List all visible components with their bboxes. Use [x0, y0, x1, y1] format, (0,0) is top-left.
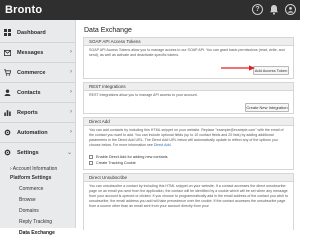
user-menu-icon[interactable] — [285, 4, 296, 15]
sidebar-item-contacts[interactable]: Contacts › — [0, 83, 76, 102]
sidebar-item-label: Reports — [17, 109, 38, 116]
sidebar-item-settings[interactable]: Settings ⌄ — [0, 143, 76, 162]
sidebar-sub-reply-tracking[interactable]: Reply Tracking — [0, 217, 76, 227]
envelope-icon — [4, 49, 11, 56]
dashboard-icon — [4, 29, 11, 36]
chevron-right-icon: › — [70, 129, 72, 135]
sidebar-item-reports[interactable]: Reports › — [0, 103, 76, 122]
soap-heading: SOAP API Access Tokens — [84, 38, 293, 46]
direct-add-text: You can add contacts by including this H… — [89, 128, 284, 147]
rest-description: REST Integrations allow you to manage AP… — [89, 93, 198, 97]
soap-section: SOAP API Access Tokens SOAP API Access T… — [83, 37, 294, 79]
person-icon — [4, 89, 11, 96]
bar-chart-icon — [4, 109, 11, 116]
chevron-right-icon: › — [70, 89, 72, 95]
create-new-integration-button[interactable]: Create New Integration — [245, 103, 289, 112]
top-bar: Bronto ? — [0, 0, 300, 20]
sidebar-item-label: Automation — [17, 129, 48, 136]
chevron-right-icon: › — [70, 49, 72, 55]
cart-icon — [4, 69, 11, 76]
chevron-right-icon: › — [70, 69, 72, 75]
top-icons: ? — [252, 4, 296, 15]
sidebar-item-dashboard[interactable]: Dashboard — [0, 23, 76, 42]
sidebar-sub-browse[interactable]: Browse — [0, 195, 76, 205]
sidebar-sub-account-information[interactable]: › Account Information — [0, 165, 76, 173]
sidebar: Dashboard Messages › Commerce › Contacts… — [0, 20, 76, 239]
chevron-down-icon: ⌄ — [66, 150, 72, 156]
gear-icon — [4, 129, 11, 136]
direct-add-heading: Direct Add — [84, 118, 293, 126]
rest-section: REST Integrations REST Integrations allo… — [83, 82, 294, 114]
direct-unsubscribe-description: You can unsubscribe a contact by includi… — [89, 184, 288, 208]
chevron-right-icon: › — [70, 109, 72, 115]
sidebar-item-automation[interactable]: Automation › — [0, 123, 76, 142]
soap-description: SOAP API Access Tokens allow you to mana… — [89, 48, 285, 57]
sidebar-sub-platform-settings[interactable]: Platform Settings — [0, 174, 76, 182]
enable-direct-add-label: Enable Direct Add for adding new contact… — [96, 155, 168, 159]
direct-unsubscribe-section: Direct Unsubscribe You can unsubscribe a… — [83, 173, 294, 230]
tracking-cookie-label: Create Tracking Cookie — [96, 161, 136, 165]
tracking-cookie-checkbox[interactable] — [89, 161, 93, 165]
bell-icon[interactable] — [269, 4, 279, 15]
direct-add-link[interactable]: Direct Add — [154, 143, 171, 147]
rest-heading: REST Integrations — [84, 83, 293, 91]
direct-add-section: Direct Add You can add contacts by inclu… — [83, 117, 294, 170]
sidebar-sub-domains[interactable]: Domains — [0, 206, 76, 216]
enable-direct-add-checkbox[interactable] — [89, 155, 93, 159]
direct-unsubscribe-heading: Direct Unsubscribe — [84, 174, 293, 182]
tracking-cookie-row[interactable]: Create Tracking Cookie — [89, 160, 168, 166]
sidebar-item-messages[interactable]: Messages › — [0, 43, 76, 62]
page-title: Data Exchange — [84, 27, 132, 34]
sidebar-item-label: Messages — [17, 49, 44, 56]
app-logo[interactable]: Bronto — [0, 4, 42, 16]
settings-icon — [4, 149, 11, 156]
sidebar-item-label: Contacts — [17, 89, 41, 96]
help-icon[interactable]: ? — [252, 4, 263, 15]
sidebar-item-commerce[interactable]: Commerce › — [0, 63, 76, 82]
main-content: Data Exchange SOAP API Access Tokens SOA… — [77, 20, 300, 230]
sidebar-sub-commerce[interactable]: Commerce — [0, 184, 76, 194]
sidebar-item-label: Commerce — [17, 69, 46, 76]
direct-add-description: You can add contacts by including this H… — [89, 128, 284, 147]
sidebar-item-label: Settings — [17, 149, 39, 156]
add-access-token-button[interactable]: Add Access Token — [253, 66, 289, 75]
sidebar-sub-data-exchange[interactable]: Data Exchange — [0, 228, 76, 239]
sidebar-item-label: Dashboard — [17, 29, 46, 36]
